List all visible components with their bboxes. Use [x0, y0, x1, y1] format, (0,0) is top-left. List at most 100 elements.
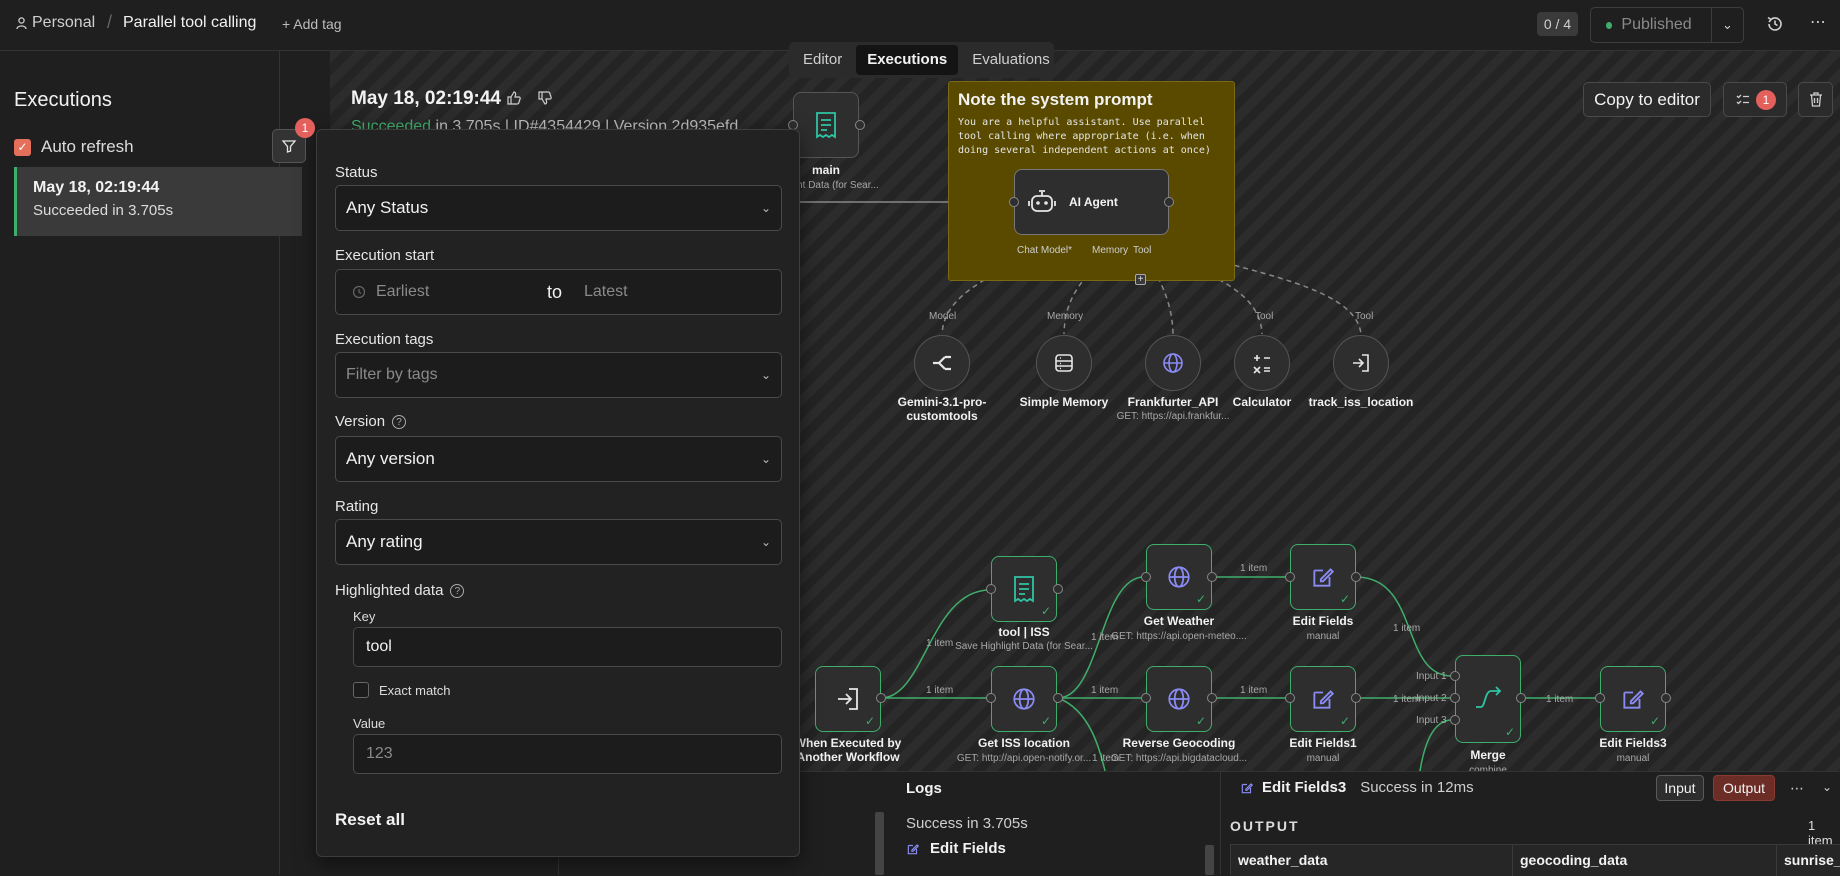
version-select-value: Any version	[346, 449, 435, 468]
value-label: Value	[353, 716, 386, 731]
edge-label: 1 item	[1092, 753, 1120, 764]
delete-execution-button[interactable]	[1798, 82, 1833, 117]
tab-editor[interactable]: Editor	[792, 45, 853, 75]
scrollbar[interactable]	[875, 812, 884, 875]
thumbs-down-icon[interactable]	[537, 90, 553, 106]
node-tool-iss[interactable]: ✓	[991, 556, 1057, 622]
copy-to-editor-button[interactable]: Copy to editor	[1583, 82, 1711, 117]
rating-select-value: Any rating	[346, 532, 423, 551]
annotations-badge: 1	[1756, 90, 1776, 110]
node-get-iss-sub: GET: http://api.open-notify.or...	[956, 753, 1092, 764]
edge-label: 1 item	[1091, 685, 1119, 696]
filter-popover: Status Any Status ⌄ Execution start Earl…	[316, 129, 800, 857]
node-frankfurter-sub: GET: https://api.frankfur...	[1116, 411, 1230, 422]
node-simple-memory-label: Simple Memory	[1019, 395, 1109, 409]
node-edit-fields1[interactable]: ✓	[1290, 666, 1356, 732]
logs-item-edit-fields[interactable]: Edit Fields	[906, 840, 1006, 857]
node-get-weather-label: Get Weather	[1143, 614, 1215, 628]
chevron-down-icon[interactable]: ⌄	[1822, 780, 1832, 794]
checkbox-unchecked-icon[interactable]	[353, 682, 369, 698]
merge-input-1: Input 1	[1416, 671, 1447, 682]
check-icon: ✓	[864, 714, 875, 728]
add-tool-button[interactable]: +	[1135, 274, 1146, 285]
annotations-button[interactable]: 1	[1723, 82, 1787, 117]
node-gemini-label-2: customtools	[906, 409, 978, 423]
reset-all-button[interactable]: Reset all	[335, 810, 405, 830]
database-icon	[1055, 354, 1073, 372]
execution-tags-label: Execution tags	[335, 331, 434, 348]
help-icon[interactable]: ?	[392, 414, 407, 429]
node-reverse-geo-sub: GET: https://api.bigdatacloud...	[1110, 753, 1248, 764]
node-gemini[interactable]	[914, 335, 970, 391]
output-toggle-button[interactable]: Output	[1713, 775, 1775, 801]
filter-icon	[281, 140, 297, 153]
edit-icon	[1623, 690, 1645, 709]
node-track-iss[interactable]	[1333, 335, 1389, 391]
output-node-status: Success in 12ms	[1360, 779, 1474, 796]
output-node-title: Edit Fields3 Success in 12ms	[1240, 779, 1474, 796]
output-node-name: Edit Fields3	[1262, 779, 1347, 796]
tab-evaluations[interactable]: Evaluations	[961, 45, 1061, 75]
node-trigger[interactable]: ✓	[815, 666, 881, 732]
node-merge[interactable]: ✓	[1455, 655, 1521, 743]
node-calculator[interactable]	[1234, 335, 1290, 391]
node-gemini-label: Gemini-3.1-pro-	[897, 395, 987, 409]
date-end-input[interactable]: Latest	[584, 283, 628, 301]
column-header[interactable]: sunrise_...	[1777, 845, 1840, 876]
node-edit-fields1-sub: manual	[1306, 753, 1340, 764]
version-select[interactable]: Any version ⌄	[335, 436, 782, 482]
execution-title: May 18, 02:19:44	[351, 88, 501, 109]
node-frankfurter-api[interactable]	[1145, 335, 1201, 391]
column-header[interactable]: geocoding_data	[1513, 845, 1777, 876]
column-header[interactable]: weather_data	[1231, 845, 1513, 876]
globe-icon	[1013, 688, 1035, 710]
node-merge-label: Merge	[1470, 748, 1506, 762]
thumbs-up-icon[interactable]	[506, 90, 522, 106]
node-get-weather[interactable]: ✓	[1146, 544, 1212, 610]
node-main[interactable]	[793, 92, 859, 158]
node-edit-fields3[interactable]: ✓	[1600, 666, 1666, 732]
node-reverse-geocoding[interactable]: ✓	[1146, 666, 1212, 732]
status-select-value: Any Status	[346, 198, 429, 217]
sticky-text: You are a helpful assistant. Use paralle…	[958, 117, 1211, 156]
check-icon: ✓	[1649, 714, 1660, 728]
tab-executions[interactable]: Executions	[856, 45, 959, 75]
check-icon: ✓	[1339, 592, 1350, 606]
node-simple-memory[interactable]	[1036, 335, 1092, 391]
node-ai-agent[interactable]: AI Agent	[1014, 169, 1169, 235]
chevron-down-icon: ⌄	[760, 452, 771, 466]
node-tool-iss-sub: Save Highlight Data (for Sear...	[955, 641, 1093, 652]
exact-match-toggle[interactable]: Exact match	[353, 682, 451, 698]
node-edit-fields[interactable]: ✓	[1290, 544, 1356, 610]
status-select[interactable]: Any Status ⌄	[335, 185, 782, 231]
rating-select[interactable]: Any rating ⌄	[335, 519, 782, 565]
check-icon: ✓	[1195, 592, 1206, 606]
key-input[interactable]: tool	[353, 627, 782, 667]
check-icon: ✓	[1040, 714, 1051, 728]
edge-label: 1 item	[1546, 694, 1574, 705]
port-memory: Memory	[1092, 245, 1129, 256]
model-icon	[933, 355, 951, 371]
value-input[interactable]: 123	[353, 734, 782, 774]
sub-label-memory: Memory	[1047, 311, 1084, 322]
agent-label: AI Agent	[1069, 195, 1118, 209]
edge-label: 1 item	[1240, 563, 1268, 574]
node-track-iss-label: track_iss_location	[1308, 395, 1414, 409]
more-icon[interactable]: ⋯	[1790, 780, 1804, 797]
edge-label: 1 item	[926, 685, 954, 696]
globe-icon	[1168, 688, 1190, 710]
scrollbar[interactable]	[1205, 845, 1214, 875]
node-trigger-label-2: Another Workflow	[796, 750, 900, 764]
help-icon[interactable]: ?	[450, 583, 465, 598]
input-toggle-button[interactable]: Input	[1656, 775, 1704, 801]
tags-select[interactable]: Filter by tags ⌄	[335, 352, 782, 398]
clock-icon	[352, 285, 366, 299]
merge-input-2: Input 2	[1416, 693, 1447, 704]
execution-start-range[interactable]: Earliest to Latest	[335, 269, 782, 315]
sub-label-tool-2: Tool	[1355, 311, 1374, 322]
sign-in-icon	[1353, 354, 1369, 372]
date-start-input[interactable]: Earliest	[376, 283, 547, 301]
node-edit-fields3-sub: manual	[1616, 753, 1650, 764]
node-get-iss[interactable]: ✓	[991, 666, 1057, 732]
node-trigger-label: When Executed by	[794, 736, 902, 750]
